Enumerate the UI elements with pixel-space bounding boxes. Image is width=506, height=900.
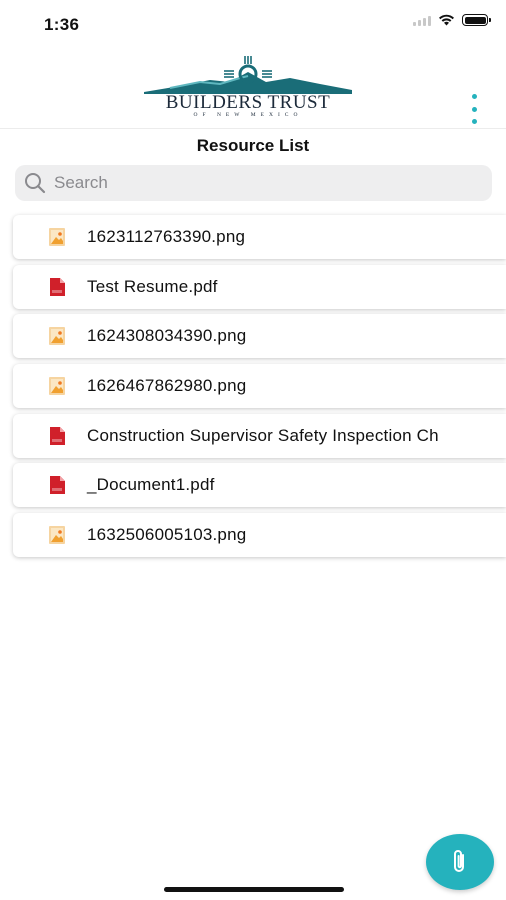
search-icon [25,173,46,194]
resource-list: 1623112763390.png Test Resume.pdf 162430… [13,215,506,563]
builders-trust-logo: BUILDERS TRUST OF NEW MEXICO [140,56,356,122]
resource-name: 1623112763390.png [87,227,246,246]
resource-item[interactable]: _Document1.pdf [13,463,506,508]
resource-item[interactable]: 1632506005103.png [13,513,506,558]
wifi-icon [439,14,454,26]
page-title: Resource List [196,136,310,155]
image-file-icon [49,526,65,545]
image-file-icon [49,327,65,346]
status-icons [413,14,491,26]
more-vertical-icon [471,94,477,99]
status-bar: 1:36 [0,0,506,50]
more-options-button[interactable] [470,94,478,124]
search-input[interactable] [52,172,476,194]
resource-item[interactable]: 1626467862980.png [13,364,506,409]
resource-item[interactable]: Test Resume.pdf [13,264,506,309]
zia-sun-mountain-icon [144,56,352,94]
resource-name: 1626467862980.png [87,376,247,396]
status-time: 1:36 [44,15,80,34]
resource-name: 1632506005103.png [87,525,247,545]
image-file-icon [49,377,65,396]
attach-file-button[interactable] [426,834,494,890]
resource-item[interactable]: Construction Supervisor Safety Inspectio… [13,413,506,458]
resource-item[interactable]: 1623112763390.png [13,215,506,259]
cellular-signal-icon [413,14,431,26]
resource-name: Test Resume.pdf [87,276,218,296]
resource-item[interactable]: 1624308034390.png [13,314,506,359]
battery-icon [462,14,491,26]
pdf-file-icon [49,426,65,445]
resource-name: _Document1.pdf [87,475,215,495]
app-header: BUILDERS TRUST OF NEW MEXICO [0,52,506,129]
pdf-file-icon [49,277,65,296]
logo-subtext: OF NEW MEXICO [193,112,303,118]
logo-text: BUILDERS TRUST [165,92,331,113]
image-file-icon [49,228,65,246]
home-indicator [164,887,344,892]
resource-name: 1624308034390.png [87,326,247,346]
paperclip-icon [454,850,464,872]
pdf-file-icon [49,476,65,495]
resource-name: Construction Supervisor Safety Inspectio… [87,425,439,445]
search-bar[interactable] [15,165,492,201]
